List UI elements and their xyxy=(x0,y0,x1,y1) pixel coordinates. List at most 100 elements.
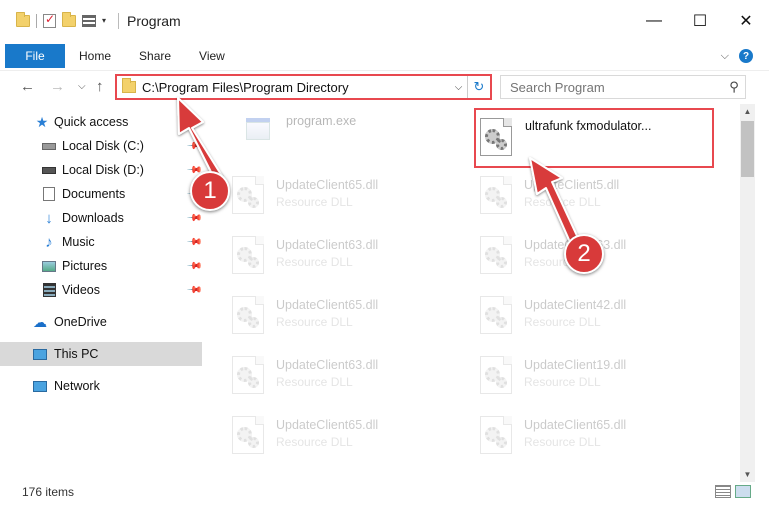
tab-file[interactable]: File xyxy=(5,44,65,68)
file-item[interactable]: UpdateClient63.dll Resource DLL xyxy=(206,228,426,280)
file-name: UpdateClient65.dll xyxy=(276,418,379,432)
file-item[interactable]: UpdateClient65.dll Resource DLL xyxy=(206,168,426,220)
file-item-ultrafunk-fxmodulator[interactable]: ultrafunk fxmodulator... xyxy=(474,108,714,168)
dll-file-icon xyxy=(232,296,264,334)
ribbon-right-controls: ⌵ ? xyxy=(721,44,753,68)
refresh-icon[interactable]: ↻ xyxy=(468,79,490,95)
file-type: Resource DLL xyxy=(524,315,601,329)
navigation-pane: ★ Quick access Local Disk (C:) 📌 Local D… xyxy=(0,110,206,472)
tab-view[interactable]: View xyxy=(185,44,239,68)
sidebar-item-downloads[interactable]: ↓ Downloads 📌 xyxy=(0,206,202,230)
sidebar-item-quick-access[interactable]: ★ Quick access xyxy=(0,110,202,134)
file-name: UpdateClient63.dll xyxy=(276,358,379,372)
scroll-down-arrow-icon[interactable]: ▼ xyxy=(740,467,755,482)
folder-icon[interactable] xyxy=(16,11,30,27)
sidebar-item-videos[interactable]: Videos 📌 xyxy=(0,278,203,302)
tab-share[interactable]: Share xyxy=(125,44,185,68)
title-bar: ▾ Program — ☐ ✕ xyxy=(0,0,769,41)
sidebar-item-onedrive[interactable]: ☁ OneDrive xyxy=(0,310,202,334)
file-item[interactable]: UpdateClient65.dll Resource DLL xyxy=(206,288,426,340)
tab-home[interactable]: Home xyxy=(65,44,125,68)
back-arrow-icon[interactable]: ← xyxy=(20,78,35,95)
sidebar-item-music[interactable]: ♪ Music 📌 xyxy=(0,230,202,254)
status-bar: 176 items xyxy=(0,482,769,502)
file-name: UpdateClient65.dll xyxy=(524,418,627,432)
file-name: UpdateClient65.dll xyxy=(276,178,379,192)
scrollbar-thumb[interactable] xyxy=(741,121,754,177)
dll-file-icon xyxy=(480,296,512,334)
address-history-chevron-icon[interactable]: ⌵ xyxy=(450,76,468,98)
file-type: Resource DLL xyxy=(276,315,353,329)
file-name: UpdateClient42.dll xyxy=(524,298,627,312)
file-name: UpdateClient5.dll xyxy=(524,178,620,192)
sidebar-item-network[interactable]: Network xyxy=(0,374,202,398)
window-title: Program xyxy=(127,12,181,29)
sidebar-item-label: OneDrive xyxy=(54,315,107,329)
file-item[interactable]: UpdateClient65.dll Resource DLL xyxy=(206,408,426,460)
step-2-callout: 2 xyxy=(564,234,604,274)
sidebar-item-label: Downloads xyxy=(62,211,124,225)
expand-ribbon-chevron-icon[interactable]: ⌵ xyxy=(721,50,729,63)
dll-file-icon xyxy=(480,416,512,454)
address-path[interactable]: C:\Program Files\Program Directory xyxy=(142,80,450,95)
scroll-up-arrow-icon[interactable]: ▲ xyxy=(740,104,755,119)
file-item[interactable]: UpdateClient63.dll Resource DLL xyxy=(206,348,426,400)
address-bar[interactable]: C:\Program Files\Program Directory ⌵ ↻ xyxy=(115,74,492,100)
file-item[interactable]: UpdateClient19.dll Resource DLL xyxy=(454,348,674,400)
toolbar-divider xyxy=(36,13,37,28)
up-arrow-icon[interactable]: ↑ xyxy=(96,78,104,95)
sidebar-item-this-pc[interactable]: This PC xyxy=(0,342,202,366)
window-controls: — ☐ ✕ xyxy=(631,0,769,41)
ribbon-tabs: File Home Share View ⌵ ? xyxy=(0,44,769,68)
file-item[interactable]: UpdateClient65.dll Resource DLL xyxy=(454,408,674,460)
sidebar-item-local-disk-c[interactable]: Local Disk (C:) 📌 xyxy=(0,134,203,158)
sidebar-item-label: Local Disk (D:) xyxy=(62,163,144,177)
file-item[interactable]: UpdateClient5.dll Resource DLL xyxy=(454,168,674,220)
pin-icon[interactable]: 📌 xyxy=(186,138,203,155)
details-view-icon[interactable] xyxy=(715,485,731,498)
videos-icon xyxy=(42,283,56,297)
search-box[interactable]: ⚲ xyxy=(500,75,746,99)
minimize-button[interactable]: — xyxy=(631,0,677,41)
customize-toolbar-chevron-icon[interactable]: ▾ xyxy=(102,16,106,25)
sidebar-item-label: Documents xyxy=(62,187,126,201)
computer-icon xyxy=(33,347,47,361)
pin-icon[interactable]: 📌 xyxy=(186,210,203,227)
properties-icon[interactable] xyxy=(43,12,56,28)
close-button[interactable]: ✕ xyxy=(723,0,769,41)
file-item-program-exe[interactable]: program.exe xyxy=(216,104,436,156)
sidebar-item-pictures[interactable]: Pictures 📌 xyxy=(0,254,203,278)
pin-icon[interactable]: 📌 xyxy=(186,282,203,299)
view-options-icon[interactable] xyxy=(82,14,96,27)
view-toggles xyxy=(715,485,751,498)
file-item[interactable]: UpdateClient42.dll Resource DLL xyxy=(454,288,674,340)
sidebar-item-label: Videos xyxy=(62,283,100,297)
search-icon[interactable]: ⚲ xyxy=(723,79,745,95)
large-icons-view-icon[interactable] xyxy=(735,485,751,498)
dll-file-icon xyxy=(232,356,264,394)
pin-icon[interactable]: 📌 xyxy=(186,258,203,275)
file-name: program.exe xyxy=(286,114,357,128)
cloud-icon: ☁ xyxy=(33,313,47,330)
drive-icon xyxy=(42,163,56,177)
file-name: ultrafunk fxmodulator... xyxy=(525,119,652,133)
search-input[interactable] xyxy=(501,79,723,95)
pin-icon[interactable]: 📌 xyxy=(186,234,203,251)
maximize-button[interactable]: ☐ xyxy=(677,0,723,41)
sidebar-item-local-disk-d[interactable]: Local Disk (D:) 📌 xyxy=(0,158,203,182)
executable-icon xyxy=(242,112,274,150)
recent-locations-chevron-icon[interactable]: ⌵ xyxy=(78,81,86,92)
help-icon[interactable]: ? xyxy=(739,49,753,63)
dll-file-icon xyxy=(480,356,512,394)
file-type: Resource DLL xyxy=(276,255,353,269)
sidebar-item-documents[interactable]: Documents 📌 xyxy=(0,182,203,206)
star-icon: ★ xyxy=(35,113,49,130)
file-type: Resource DLL xyxy=(524,435,601,449)
folder-icon xyxy=(122,78,136,93)
forward-arrow-icon[interactable]: → xyxy=(50,78,65,95)
sidebar-item-label: Local Disk (C:) xyxy=(62,139,144,153)
new-folder-icon[interactable] xyxy=(62,11,76,27)
download-icon: ↓ xyxy=(45,209,53,227)
sidebar-item-label: Pictures xyxy=(62,259,108,273)
vertical-scrollbar[interactable]: ▲ ▼ xyxy=(740,104,755,482)
